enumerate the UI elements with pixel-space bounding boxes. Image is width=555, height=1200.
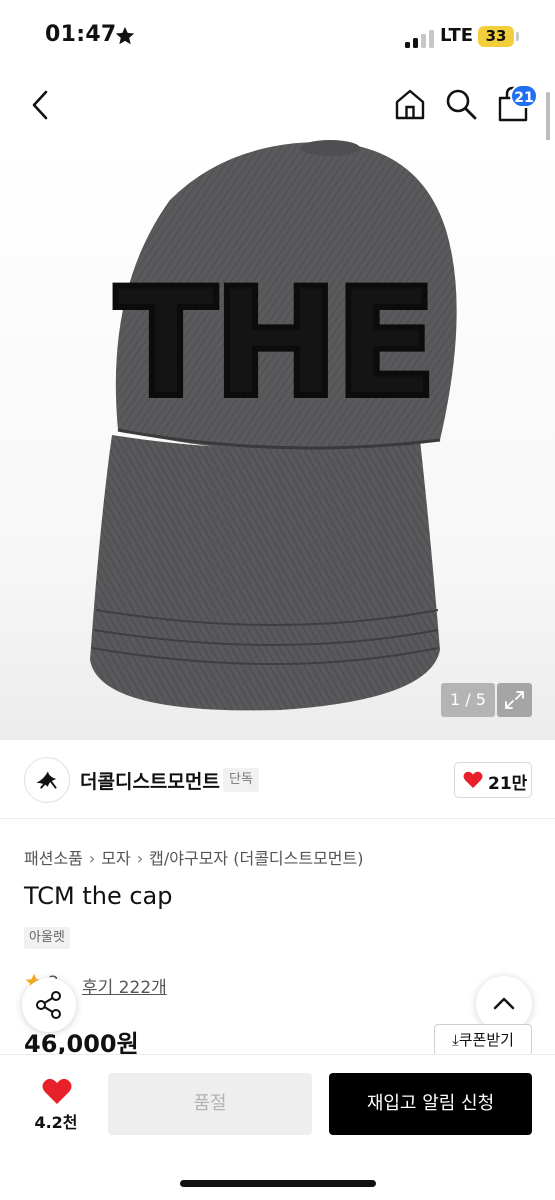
star-icon: [115, 26, 135, 45]
brand-row[interactable]: 더콜디스트모먼트 단독 21만: [0, 741, 555, 819]
brand-name[interactable]: 더콜디스트모먼트: [80, 767, 220, 794]
breadcrumb-item[interactable]: 캡/야구모자 (더콜디스트모먼트): [149, 849, 363, 868]
review-link[interactable]: 후기 222개: [82, 973, 167, 998]
status-bar: 01:47 LTE 33: [0, 0, 555, 72]
chevron-right-icon: ›: [88, 849, 96, 868]
brand-like-button[interactable]: 21만: [454, 762, 532, 798]
coupon-label: 쿠폰받기: [458, 1031, 514, 1049]
bottom-action-bar: 4.2천 품절 재입고 알림 신청: [0, 1054, 555, 1200]
image-counter: 1 / 5: [441, 683, 495, 717]
cart-badge: 21: [510, 84, 538, 108]
product-title: TCM the cap: [24, 882, 173, 910]
cap-logo-text: THE: [115, 257, 433, 431]
download-icon: ⤓: [452, 1031, 459, 1049]
battery-indicator: 33: [478, 26, 514, 47]
product-image[interactable]: THE: [0, 140, 555, 740]
back-icon[interactable]: [26, 88, 54, 122]
wish-count: 4.2천: [34, 1113, 78, 1132]
battery-tip: [516, 32, 519, 41]
breadcrumb-item[interactable]: 패션소품: [24, 849, 83, 868]
top-nav: [0, 72, 555, 138]
heart-icon: [463, 771, 483, 788]
brand-like-count: 21만: [488, 774, 528, 794]
heart-icon: [42, 1078, 72, 1104]
outlet-tag: 아울렛: [24, 927, 70, 949]
expand-icon[interactable]: [497, 683, 532, 717]
restock-alert-button[interactable]: 재입고 알림 신청: [329, 1073, 532, 1135]
coupon-button[interactable]: ⤓쿠폰받기: [434, 1024, 532, 1056]
breadcrumb-item[interactable]: 모자: [101, 849, 130, 868]
exclusive-badge: 단독: [223, 768, 259, 792]
wish-button[interactable]: 4.2천: [26, 1075, 86, 1135]
network-label: LTE: [440, 25, 474, 46]
home-indicator: [180, 1180, 376, 1187]
status-time: 01:47: [45, 22, 117, 47]
soldout-button[interactable]: 품절: [108, 1073, 312, 1135]
cap-illustration: THE: [90, 140, 457, 711]
search-icon[interactable]: [444, 87, 478, 121]
home-icon[interactable]: [392, 86, 428, 122]
chevron-right-icon: ›: [136, 849, 144, 868]
signal-icon: [405, 30, 435, 48]
brand-logo-icon[interactable]: [24, 757, 70, 803]
breadcrumb: 패션소품 › 모자 › 캡/야구모자 (더콜디스트모먼트): [24, 845, 363, 869]
